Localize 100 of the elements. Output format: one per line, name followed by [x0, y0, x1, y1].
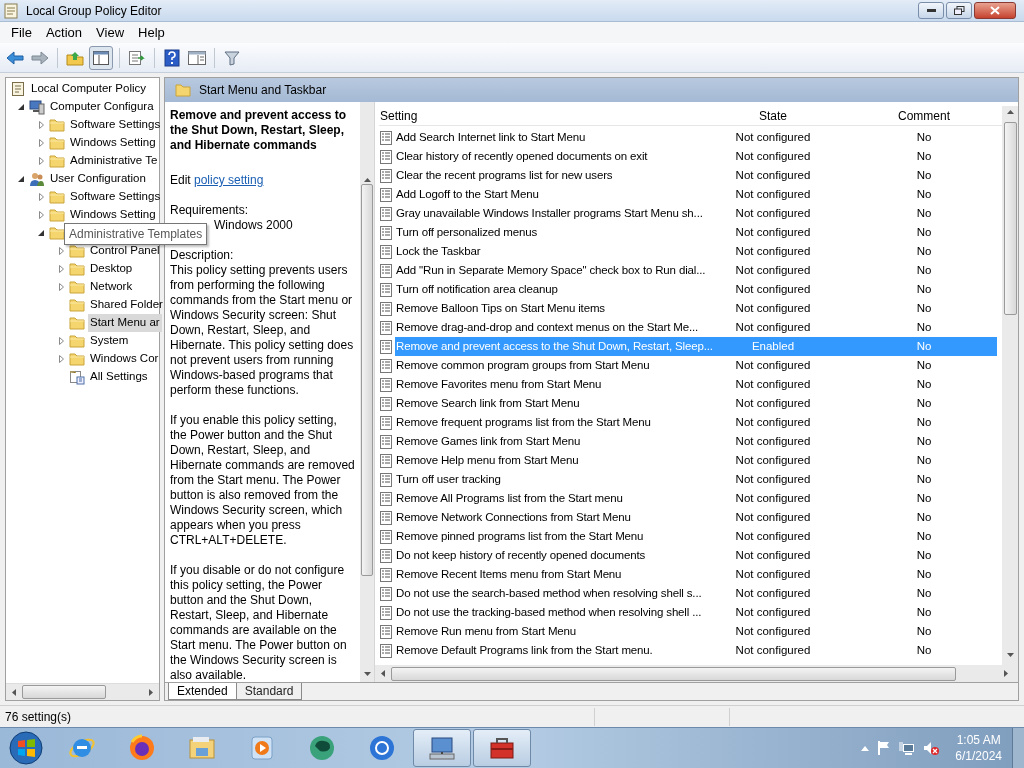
vertical-scrollbar[interactable] — [360, 102, 374, 682]
table-row[interactable]: Remove Games link from Start Menu Not configured No — [395, 432, 997, 451]
menu-item[interactable]: Action — [38, 22, 90, 43]
column-header[interactable]: State — [727, 106, 819, 125]
tree-item[interactable]: Software Settings — [68, 188, 163, 206]
table-cell-text: No — [915, 205, 933, 221]
tree-item[interactable]: Desktop — [88, 260, 135, 278]
table-row[interactable]: Remove Recent Items menu from Start Menu Not configured No — [395, 565, 997, 584]
table-cell-text: No — [915, 148, 933, 164]
vertical-scrollbar[interactable] — [1002, 106, 1018, 665]
tree-item[interactable]: Network — [88, 278, 135, 296]
tree-item[interactable]: Start Menu ar — [88, 314, 162, 332]
table-row[interactable]: Gray unavailable Windows Installer programs Start Menu sh... Not configured No — [395, 204, 997, 223]
policy-setting-link[interactable]: policy setting — [194, 173, 264, 187]
table-cell-text: Not configured — [734, 224, 812, 240]
view-tab[interactable]: Extended — [168, 683, 237, 700]
table-row[interactable]: Remove pinned programs list from the Start Menu Not configured No — [395, 527, 997, 546]
table-row[interactable]: Remove Default Programs link from the Start menu. Not configured No — [395, 641, 997, 660]
table-cell-text: Do not use the tracking-based method when resolving shell ... — [395, 604, 703, 620]
tree-item[interactable]: Computer Configura — [48, 98, 156, 116]
tree-item[interactable]: All Settings — [88, 368, 150, 386]
table-row[interactable]: Remove Favorites menu from Start Menu Not configured No — [395, 375, 997, 394]
help-button[interactable] — [161, 46, 183, 69]
tree-item[interactable]: Shared Folder — [88, 296, 165, 314]
table-row[interactable]: Remove frequent programs list from the Start Menu Not configured No — [395, 413, 997, 432]
tree-item[interactable]: Windows Cor — [88, 350, 161, 368]
table-cell-text: Not configured — [734, 490, 812, 506]
table-row[interactable]: Add "Run in Separate Memory Space" check box to Run dial... Not configured No — [395, 261, 997, 280]
menu-item[interactable]: View — [89, 22, 132, 43]
table-row[interactable]: Remove common program groups from Start Menu Not configured No — [395, 356, 997, 375]
table-row[interactable]: Turn off personalized menus Not configured No — [395, 223, 997, 242]
table-row[interactable]: Clear history of recently opened documents on exit Not configured No — [395, 147, 997, 166]
table-cell-text: Turn off user tracking — [395, 471, 502, 487]
filter-icon — [224, 49, 240, 66]
policy-icon — [379, 168, 393, 183]
table-row[interactable]: Add Search Internet link to Start Menu Not configured No — [395, 128, 997, 147]
show-tree-button[interactable] — [89, 45, 113, 70]
tree-item[interactable]: System — [88, 332, 131, 350]
policy-icon — [379, 206, 393, 221]
minimize-button[interactable] — [918, 2, 944, 19]
table-row[interactable]: Clear the recent programs list for new users Not configured No — [395, 166, 997, 185]
policy-icon — [379, 339, 393, 354]
table-row[interactable]: Remove Balloon Tips on Start Menu items Not configured No — [395, 299, 997, 318]
menu-item[interactable]: Help — [131, 22, 172, 43]
table-row[interactable]: Add Logoff to the Start Menu Not configured No — [395, 185, 997, 204]
tree-item[interactable]: Control Panel — [88, 242, 162, 260]
table-row[interactable]: Remove Help menu from Start Menu Not configured No — [395, 451, 997, 470]
column-header[interactable]: Setting — [379, 106, 727, 125]
table-row[interactable]: Do not keep history of recently opened documents Not configured No — [395, 546, 997, 565]
table-cell-text: No — [915, 395, 933, 411]
taskbar-button[interactable] — [413, 729, 471, 767]
policy-icon — [379, 263, 393, 278]
table-row[interactable]: Turn off user tracking Not configured No — [395, 470, 997, 489]
table-row[interactable]: Remove Network Connections from Start Menu Not configured No — [395, 508, 997, 527]
table-row[interactable]: Remove All Programs list from the Start menu Not configured No — [395, 489, 997, 508]
tree-item[interactable]: Local Computer Policy — [29, 80, 149, 98]
table-cell-text: No — [915, 338, 933, 354]
tree-item[interactable]: Software Settings — [68, 116, 163, 134]
column-header[interactable]: Comment — [819, 106, 997, 125]
table-cell-text: Remove Recent Items menu from Start Menu — [395, 566, 623, 582]
table-row[interactable]: Remove Run menu from Start Menu Not configured No — [395, 622, 997, 641]
tree-item[interactable]: Windows Setting — [68, 134, 158, 152]
folder-icon — [49, 189, 65, 205]
document-icon — [10, 81, 26, 97]
table-row[interactable]: Do not use the search-based method when resolving shell s... Not configured No — [395, 584, 997, 603]
show-desktop-button[interactable] — [1012, 728, 1024, 768]
table-cell-text: Not configured — [734, 547, 812, 563]
table-row[interactable]: Remove drag-and-drop and context menus on the Start Me... Not configured No — [395, 318, 997, 337]
scrollbar-thumb[interactable] — [1003, 122, 1017, 315]
folder-icon — [175, 83, 191, 97]
maximize-button[interactable] — [946, 2, 972, 19]
policy-icon — [379, 453, 393, 468]
menu-item[interactable]: File — [4, 22, 39, 43]
table-row[interactable]: Do not use the tracking-based method when resolving shell ... Not configured No — [395, 603, 997, 622]
table-row[interactable]: Lock the Taskbar Not configured No — [395, 242, 997, 261]
table-row[interactable]: Turn off notification area cleanup Not configured No — [395, 280, 997, 299]
folder-icon — [69, 279, 85, 295]
tree-item[interactable]: User Configuration — [48, 170, 148, 188]
view-tab[interactable]: Standard — [235, 683, 303, 700]
close-button[interactable] — [974, 2, 1016, 19]
scroll-left-icon — [381, 670, 385, 677]
export-icon — [128, 49, 146, 66]
tree-item[interactable]: Windows Setting — [68, 206, 158, 224]
horizontal-scrollbar[interactable] — [6, 683, 159, 700]
table-cell-text: Not configured — [734, 300, 812, 316]
folder-icon — [49, 153, 65, 169]
up-folder-icon — [66, 49, 84, 66]
tree-item[interactable]: Administrative Te — [68, 152, 160, 170]
scrollbar-thumb[interactable] — [22, 685, 106, 699]
table-cell-text: Enabled — [750, 338, 796, 354]
table-cell-text: No — [915, 604, 933, 620]
table-cell-text: Remove Balloon Tips on Start Menu items — [395, 300, 606, 316]
table-cell-text: Remove Help menu from Start Menu — [395, 452, 580, 468]
taskbar-button[interactable] — [473, 729, 531, 767]
scrollbar-thumb[interactable] — [391, 666, 956, 681]
table-cell-text: No — [915, 300, 933, 316]
scrollbar-thumb[interactable] — [361, 184, 373, 576]
table-row[interactable]: Remove Search link from Start Menu Not configured No — [395, 394, 997, 413]
policy-icon — [379, 491, 393, 506]
horizontal-scrollbar[interactable] — [375, 665, 1018, 682]
